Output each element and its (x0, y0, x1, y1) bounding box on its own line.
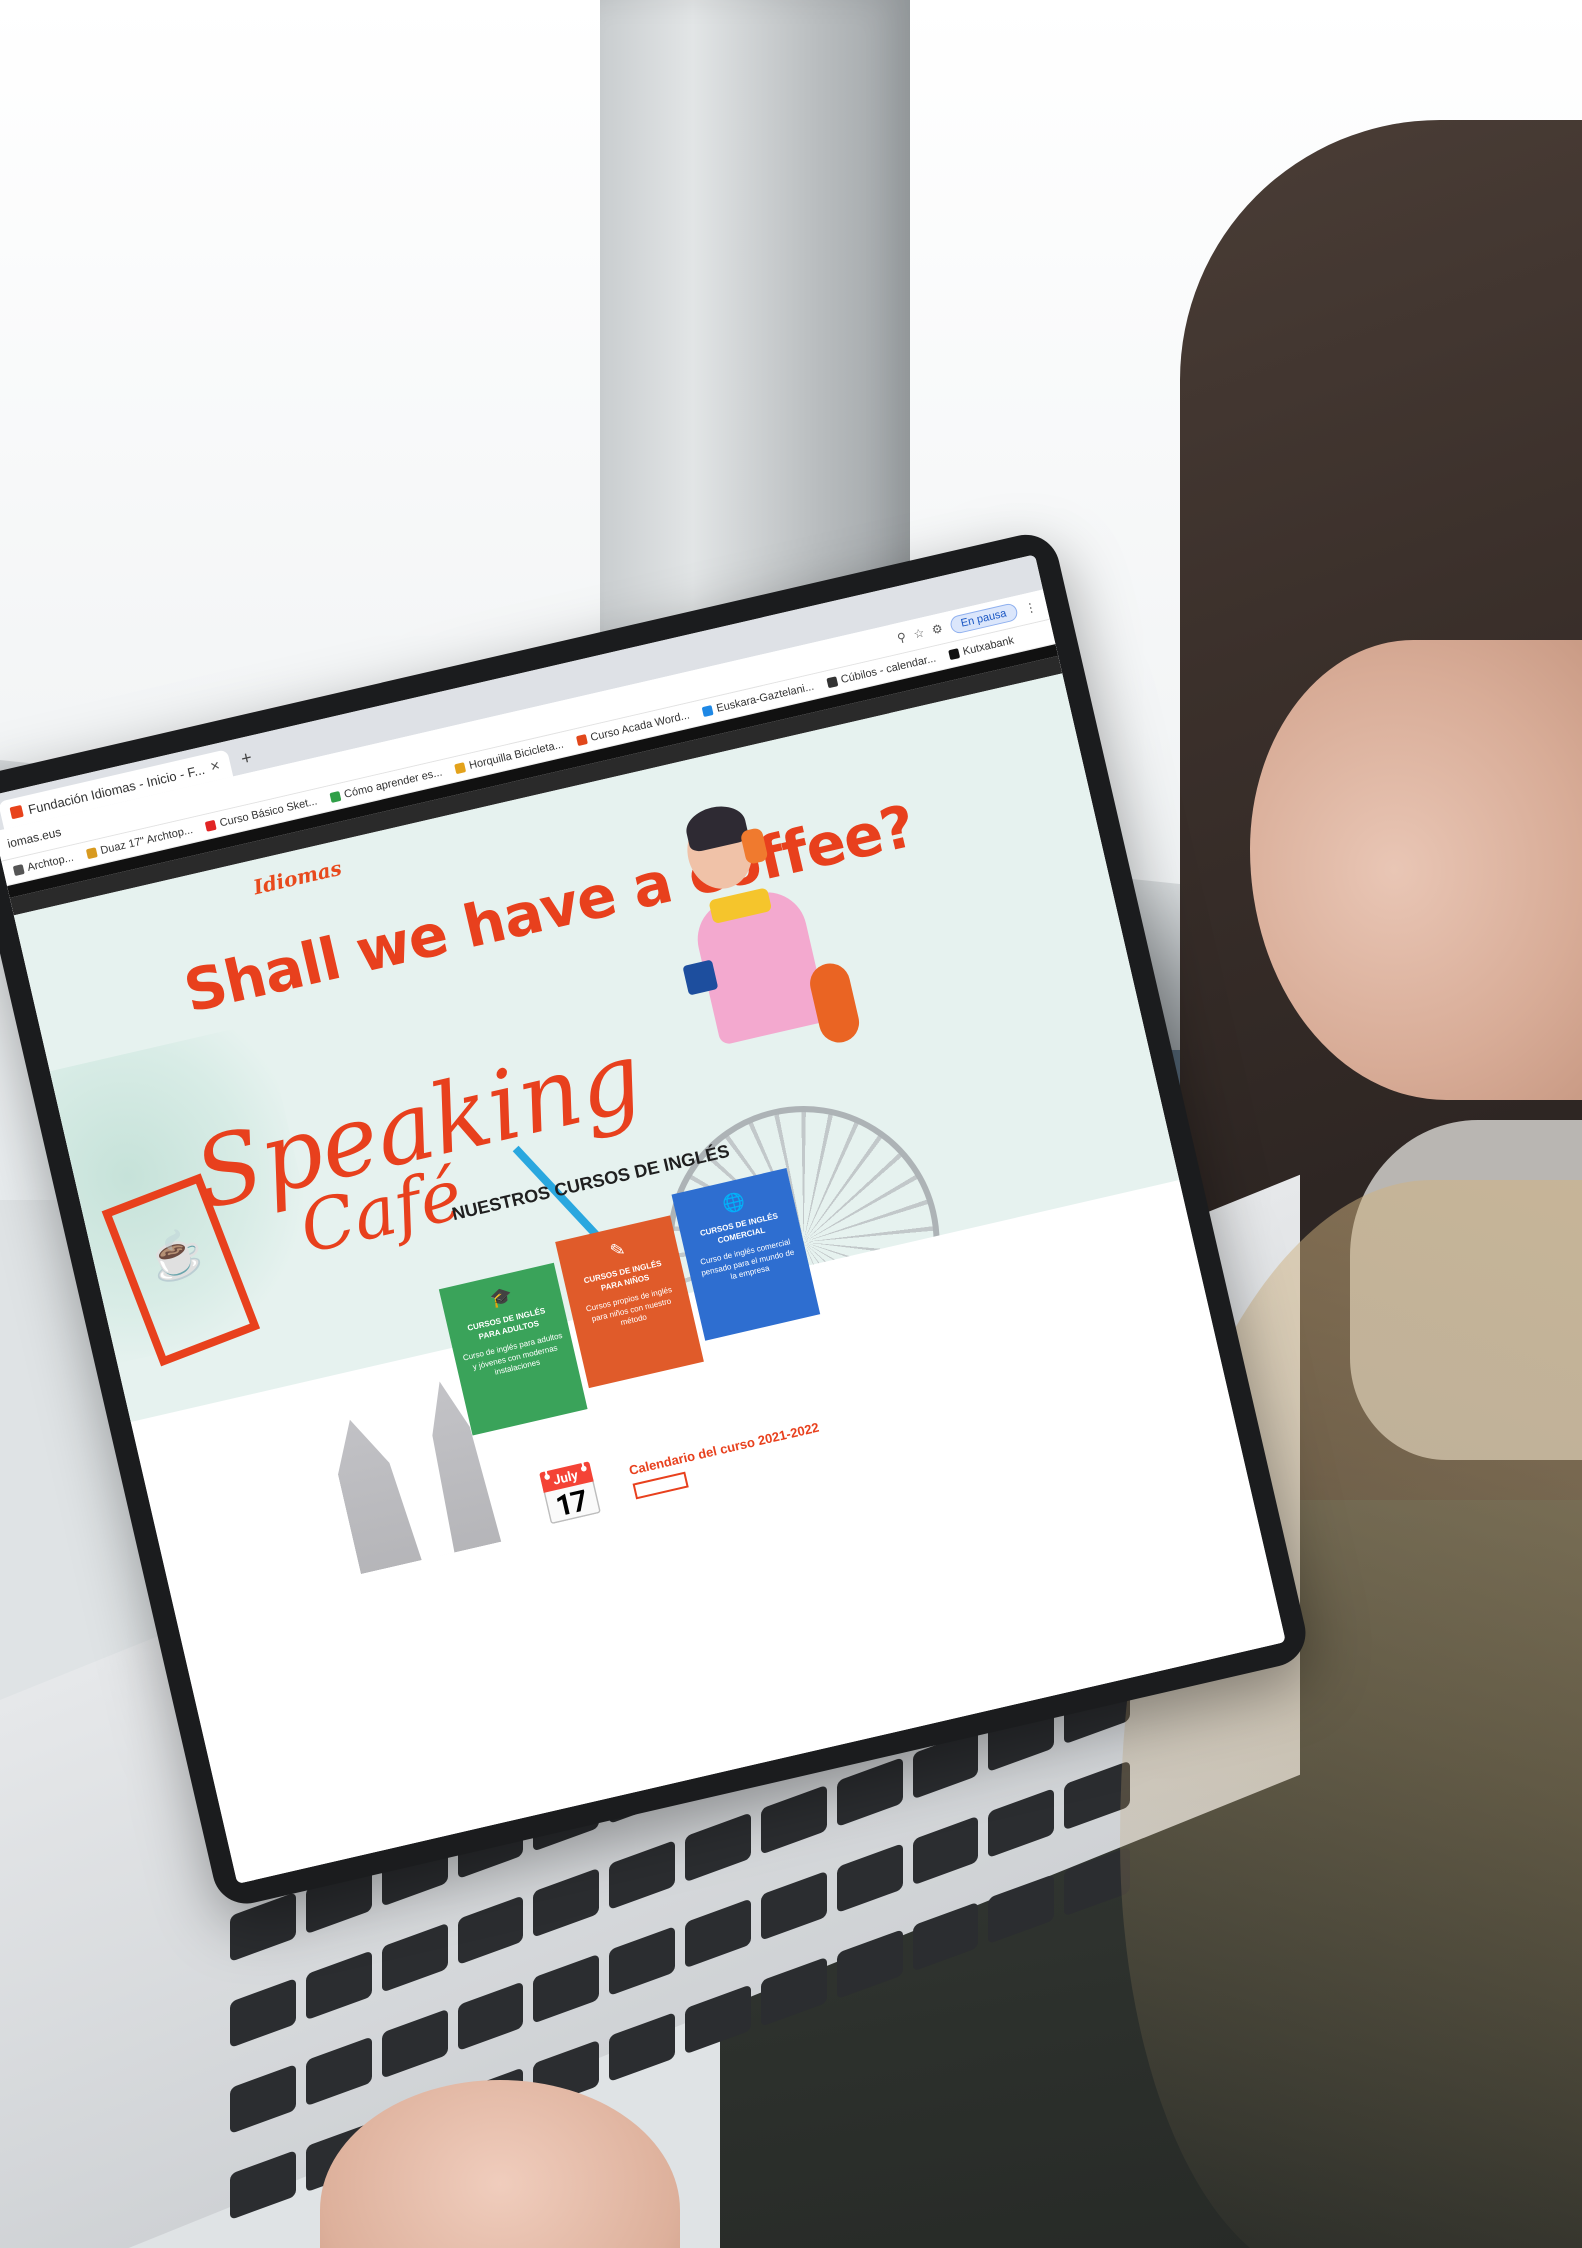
extensions-icon[interactable]: ⚙ (930, 621, 944, 637)
keyboard-key (836, 1929, 903, 2000)
keyboard-key (305, 2036, 372, 2107)
bookmark-favicon-icon (948, 648, 961, 661)
menu-icon[interactable]: ⋮ (1023, 600, 1038, 616)
keyboard-key (912, 1815, 979, 1886)
calendar-section: 📅 Calendario del curso 2021-2022 (533, 1408, 828, 1532)
coffee-cup-icon: ☕ (141, 1223, 211, 1289)
keyboard-key (760, 1784, 827, 1855)
keyboard-key (230, 2064, 296, 2134)
keyboard-key (988, 1788, 1055, 1858)
bookmark-favicon-icon (12, 864, 25, 877)
close-tab-icon[interactable]: ✕ (209, 758, 222, 774)
keyboard-key (533, 1953, 600, 2024)
keyboard-key (760, 1956, 827, 2027)
bookmark-favicon-icon (575, 734, 588, 747)
star-icon[interactable]: ☆ (912, 625, 926, 641)
keyboard-key (230, 2150, 296, 2220)
laptop-screen: Fundación Idiomas - Inicio - F... ✕ + io… (0, 554, 1286, 1884)
photo-scene: Fundación Idiomas - Inicio - F... ✕ + io… (0, 0, 1582, 2248)
bookmark-favicon-icon (701, 704, 714, 717)
site-logo[interactable]: Idiomas (251, 856, 344, 900)
keyboard-key (381, 1922, 448, 1993)
bookmark-favicon-icon (329, 790, 342, 803)
keyboard-key (836, 1843, 903, 1914)
keyboard-key (533, 1867, 600, 1938)
site-favicon-icon (9, 804, 24, 820)
bookmark-favicon-icon (826, 676, 839, 689)
keyboard-key (912, 1901, 979, 1972)
topbar-button[interactable] (532, 784, 540, 787)
bookmark-favicon-icon (454, 762, 467, 775)
keyboard-key (457, 1895, 524, 1966)
search-icon[interactable]: ⚲ (896, 630, 908, 646)
keyboard-key (609, 1840, 675, 1910)
keyboard-key (305, 1950, 372, 2021)
calendar-icon: 📅 (533, 1460, 610, 1532)
keyboard-key (457, 1981, 524, 2052)
bookmark-label: Archtop... (26, 851, 75, 874)
keyboard-key (381, 2008, 448, 2079)
keyboard-key (685, 1984, 751, 2055)
bookmark-favicon-icon (85, 847, 98, 860)
keyboard-key (685, 1898, 751, 1969)
keyboard-key (609, 1926, 675, 1996)
keyboard-key (685, 1812, 751, 1883)
keyboard-key (988, 1874, 1055, 1944)
bookmark-favicon-icon (205, 819, 218, 832)
calendar-title: Calendario del curso 2021-2022 (627, 1419, 821, 1478)
calendar-button[interactable] (632, 1471, 689, 1500)
calendar-text-block: Calendario del curso 2021-2022 (628, 1420, 826, 1500)
keyboard-key (609, 2012, 675, 2082)
keyboard-key (230, 1978, 296, 2048)
keyboard-key (760, 1870, 827, 1941)
keyboard-key (836, 1757, 903, 1828)
